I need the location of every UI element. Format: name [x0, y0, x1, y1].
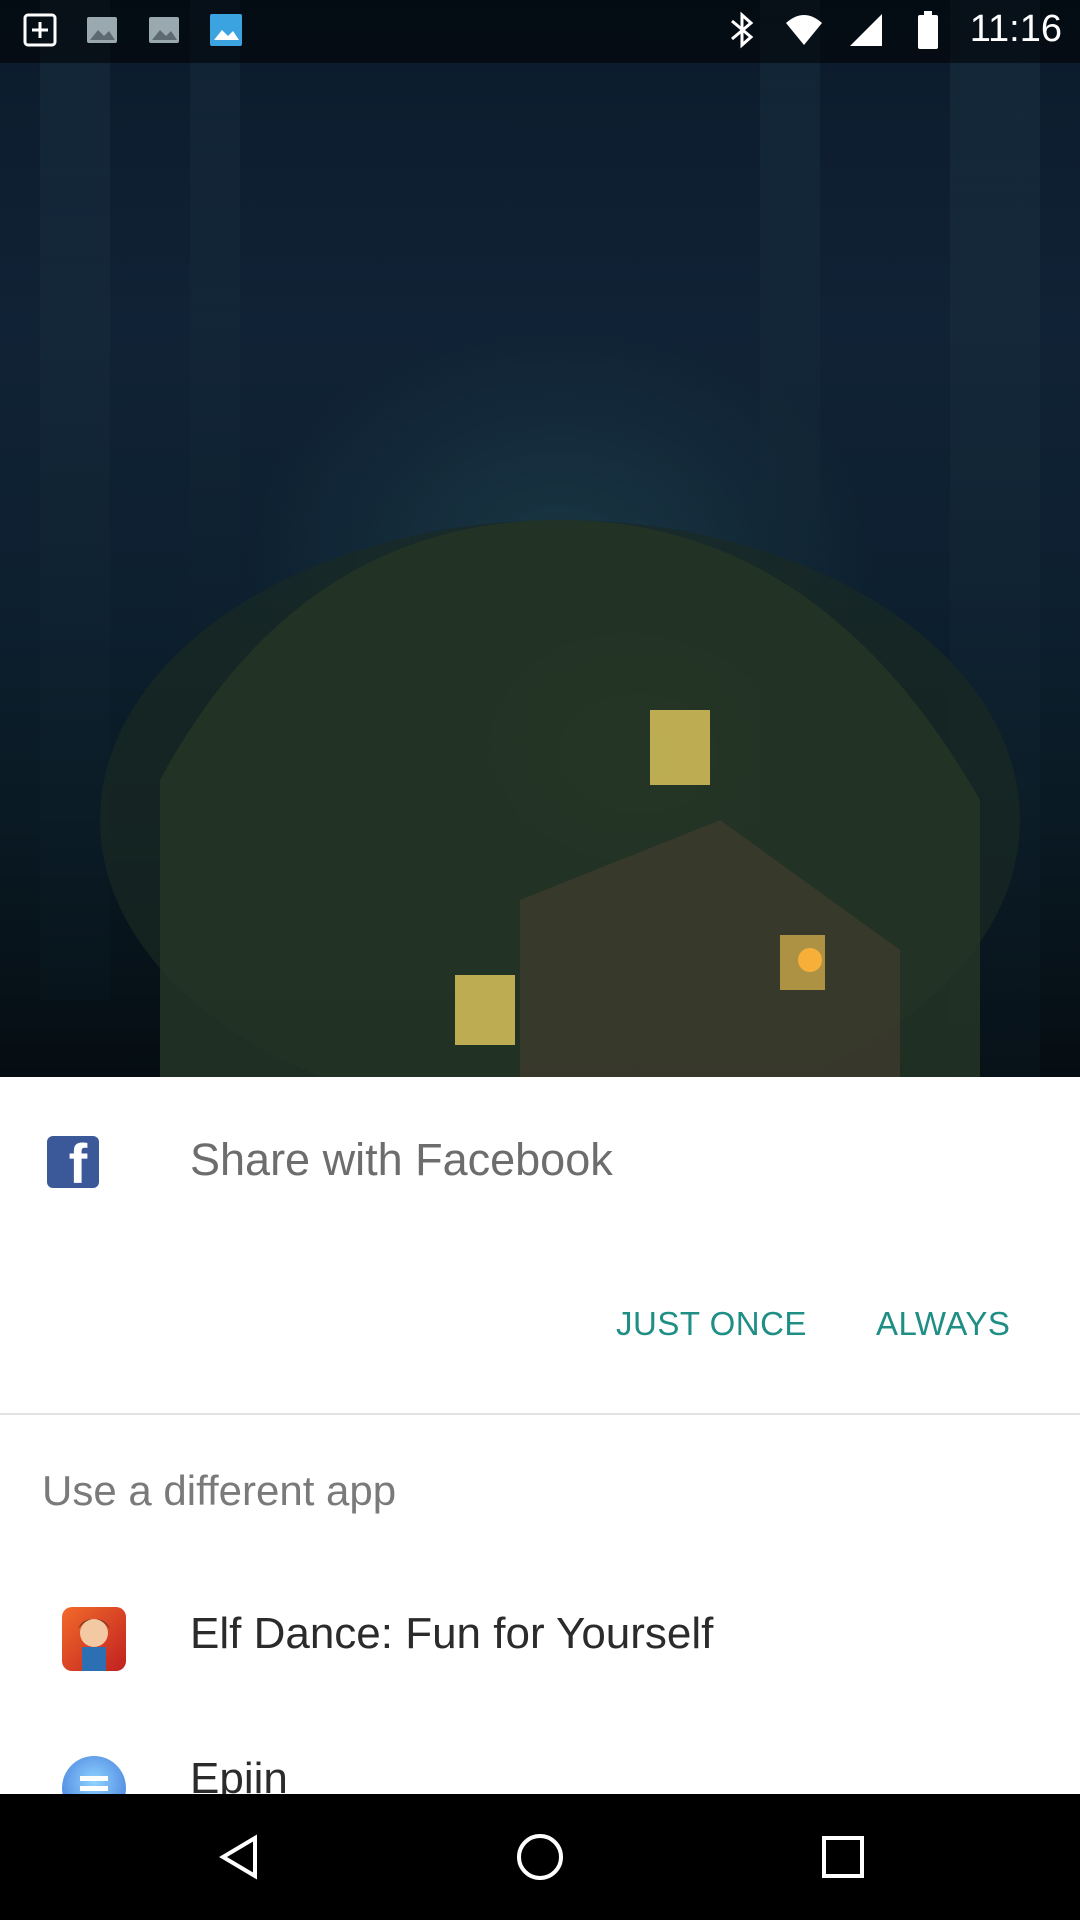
battery-icon: [908, 10, 948, 50]
epiin-icon: [62, 1756, 126, 1794]
wifi-icon: [784, 10, 824, 50]
facebook-icon: f: [47, 1136, 99, 1188]
bluetooth-icon: [722, 10, 762, 50]
app-item-epiin[interactable]: Epiin: [0, 1750, 1080, 1794]
always-button[interactable]: ALWAYS: [876, 1305, 1010, 1343]
just-once-button[interactable]: JUST ONCE: [616, 1305, 807, 1343]
app-item-elf-dance[interactable]: Elf Dance: Fun for Yourself: [0, 1597, 1080, 1677]
app-label-epiin: Epiin: [190, 1754, 288, 1794]
navigation-bar: [0, 1794, 1080, 1920]
add-icon: [20, 10, 60, 50]
signal-icon: [846, 10, 886, 50]
image-icon: [206, 10, 246, 50]
status-bar: 11:16: [0, 0, 1080, 63]
back-icon[interactable]: [215, 1832, 265, 1882]
status-time: 11:16: [969, 8, 1062, 50]
image-icon: [144, 10, 184, 50]
share-title: Share with Facebook: [190, 1134, 613, 1185]
home-icon[interactable]: [515, 1832, 565, 1882]
background-image: [0, 0, 1080, 1077]
divider: [0, 1413, 1080, 1415]
elf-dance-icon: [62, 1607, 126, 1671]
use-different-app-header: Use a different app: [42, 1467, 397, 1514]
image-icon: [82, 10, 122, 50]
recents-icon[interactable]: [818, 1832, 868, 1882]
app-label-elf-dance: Elf Dance: Fun for Yourself: [190, 1609, 714, 1658]
